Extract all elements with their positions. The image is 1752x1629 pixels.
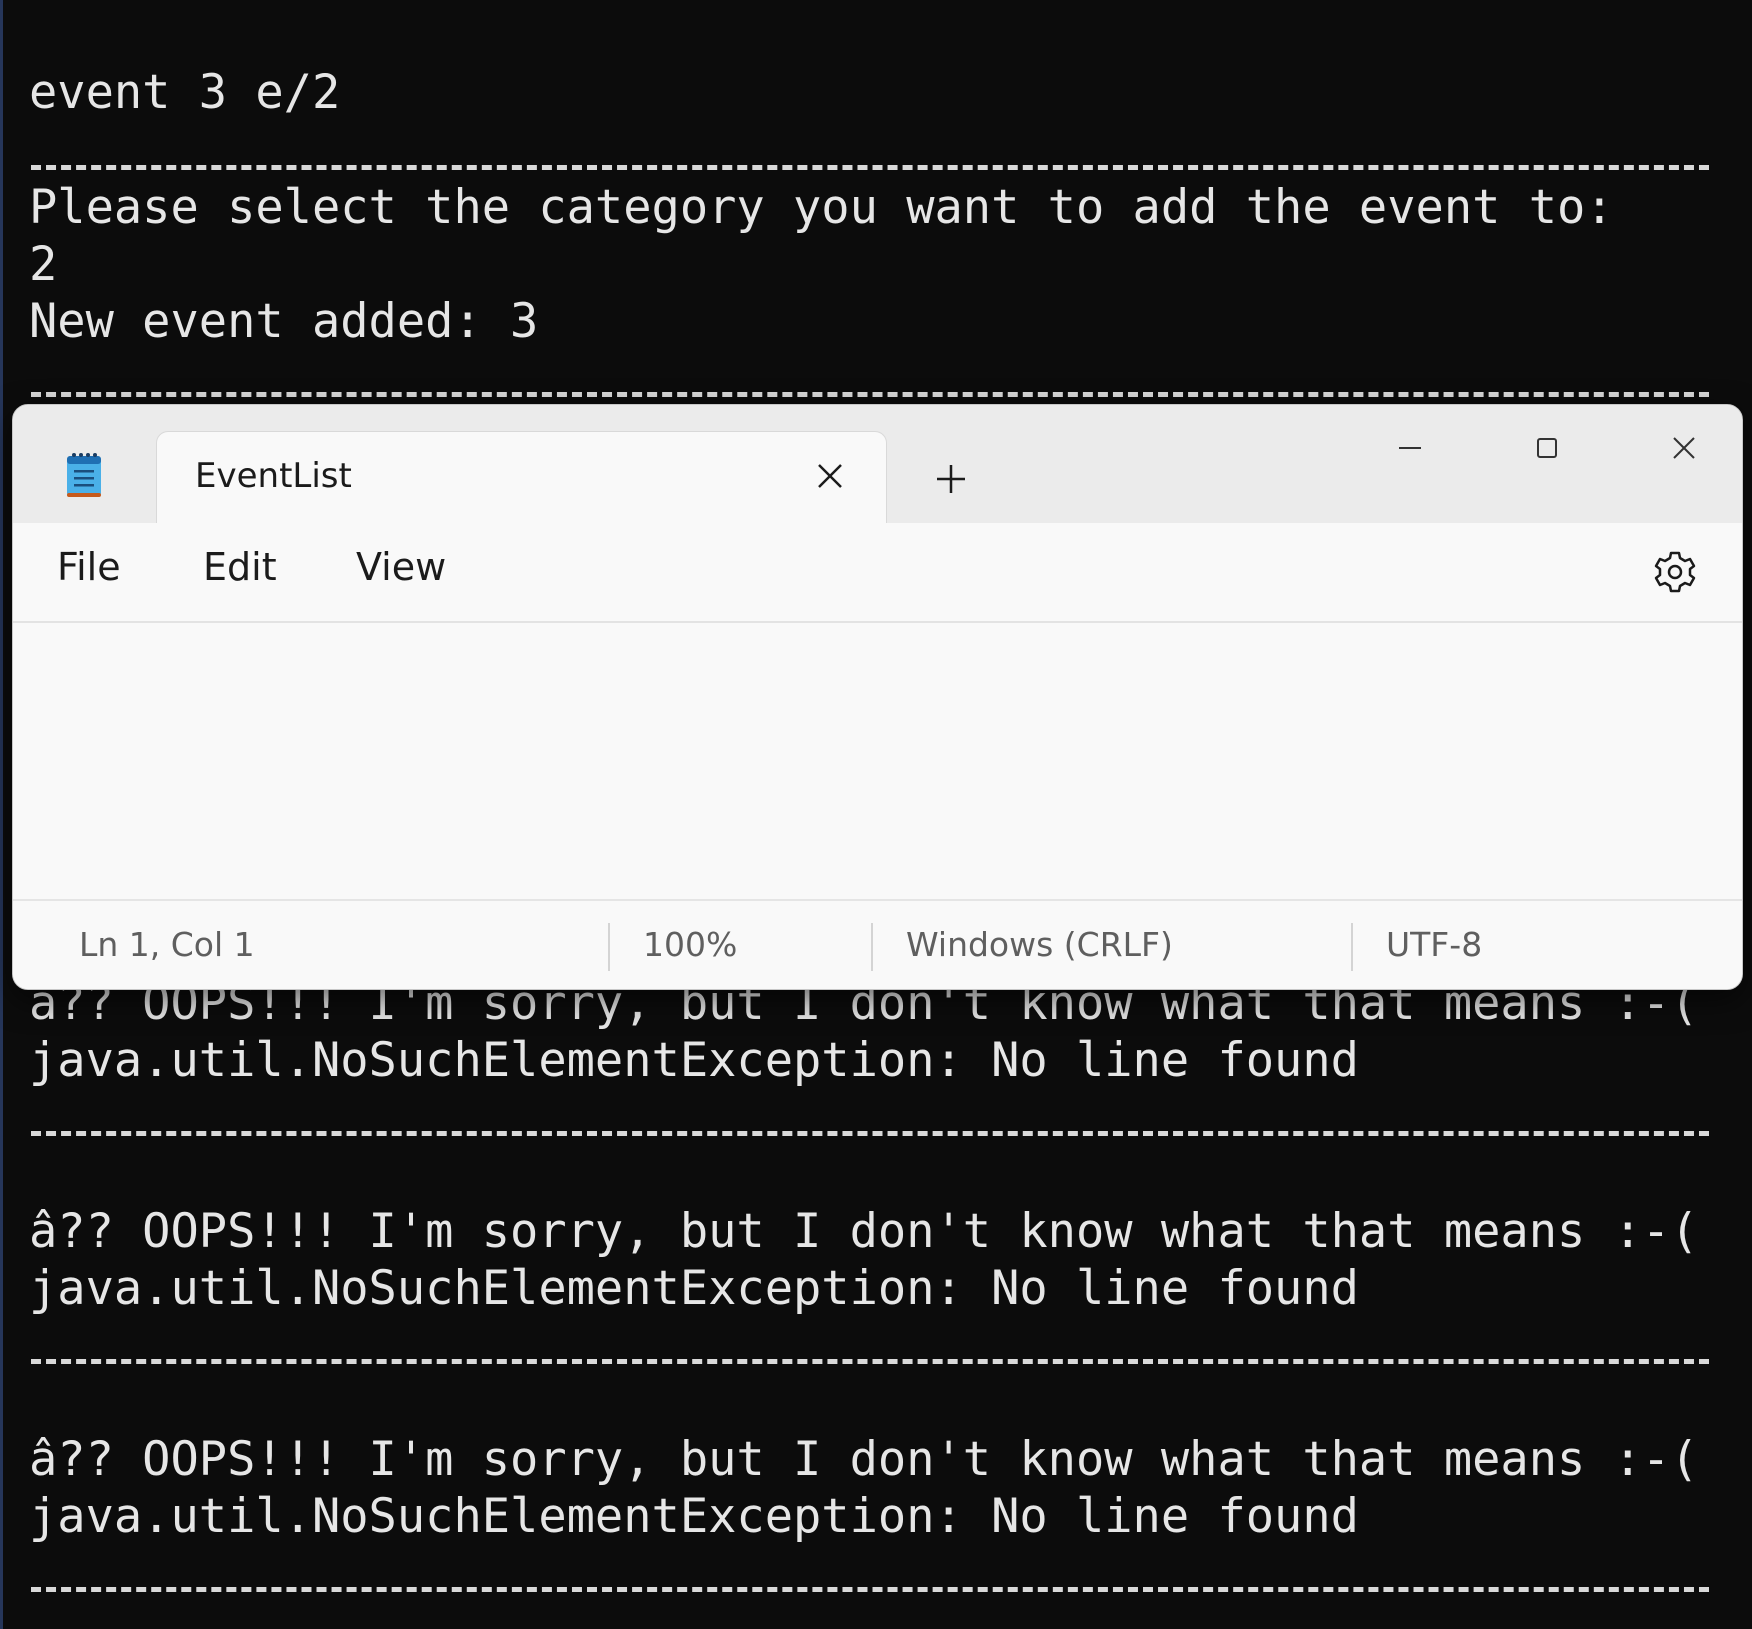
terminal-line-exception: java.util.NoSuchElementException: No lin… [29, 1489, 1359, 1544]
terminal-line-command: event 3 e/2 [29, 65, 341, 120]
terminal-line-error: â?? OOPS!!! I'm sorry, but I don't know … [29, 1432, 1699, 1487]
menu-bar: File Edit View [13, 523, 1742, 623]
terminal-divider [31, 165, 1709, 170]
terminal-line-input: 2 [29, 237, 58, 292]
status-divider [871, 923, 873, 971]
terminal-line-result: New event added: 3 [29, 294, 539, 349]
menu-file[interactable]: File [57, 545, 121, 589]
title-bar[interactable]: EventList [13, 405, 1742, 523]
status-bar: Ln 1, Col 1 100% Windows (CRLF) UTF-8 [13, 899, 1742, 989]
tab-eventlist[interactable]: EventList [156, 431, 887, 523]
status-cursor-position: Ln 1, Col 1 [79, 925, 255, 964]
terminal-line-error: â?? OOPS!!! I'm sorry, but I don't know … [29, 1204, 1699, 1259]
status-divider [1351, 923, 1353, 971]
terminal-divider [31, 1131, 1709, 1136]
gear-icon[interactable] [1652, 549, 1698, 595]
close-icon[interactable] [1649, 423, 1719, 473]
status-encoding[interactable]: UTF-8 [1386, 925, 1482, 964]
notepad-window[interactable]: EventList File Edit View Ln 1, Col 1 100… [12, 404, 1743, 990]
status-zoom[interactable]: 100% [643, 925, 737, 964]
tab-title: EventList [195, 456, 352, 496]
minimize-icon[interactable] [1375, 423, 1445, 473]
status-line-endings[interactable]: Windows (CRLF) [906, 925, 1173, 964]
menu-edit[interactable]: Edit [203, 545, 277, 589]
status-divider [608, 923, 610, 971]
maximize-icon[interactable] [1512, 423, 1582, 473]
terminal-line-exception: java.util.NoSuchElementException: No lin… [29, 1261, 1359, 1316]
notepad-icon [65, 451, 103, 499]
plus-icon[interactable] [929, 457, 973, 501]
terminal-line-exception: java.util.NoSuchElementException: No lin… [29, 1033, 1359, 1088]
terminal-line-prompt: Please select the category you want to a… [29, 180, 1614, 235]
close-icon[interactable] [810, 456, 850, 496]
text-editor[interactable] [13, 623, 1742, 899]
terminal-divider [31, 392, 1709, 397]
menu-view[interactable]: View [356, 545, 446, 589]
terminal-divider [31, 1587, 1709, 1592]
terminal-divider [31, 1359, 1709, 1364]
